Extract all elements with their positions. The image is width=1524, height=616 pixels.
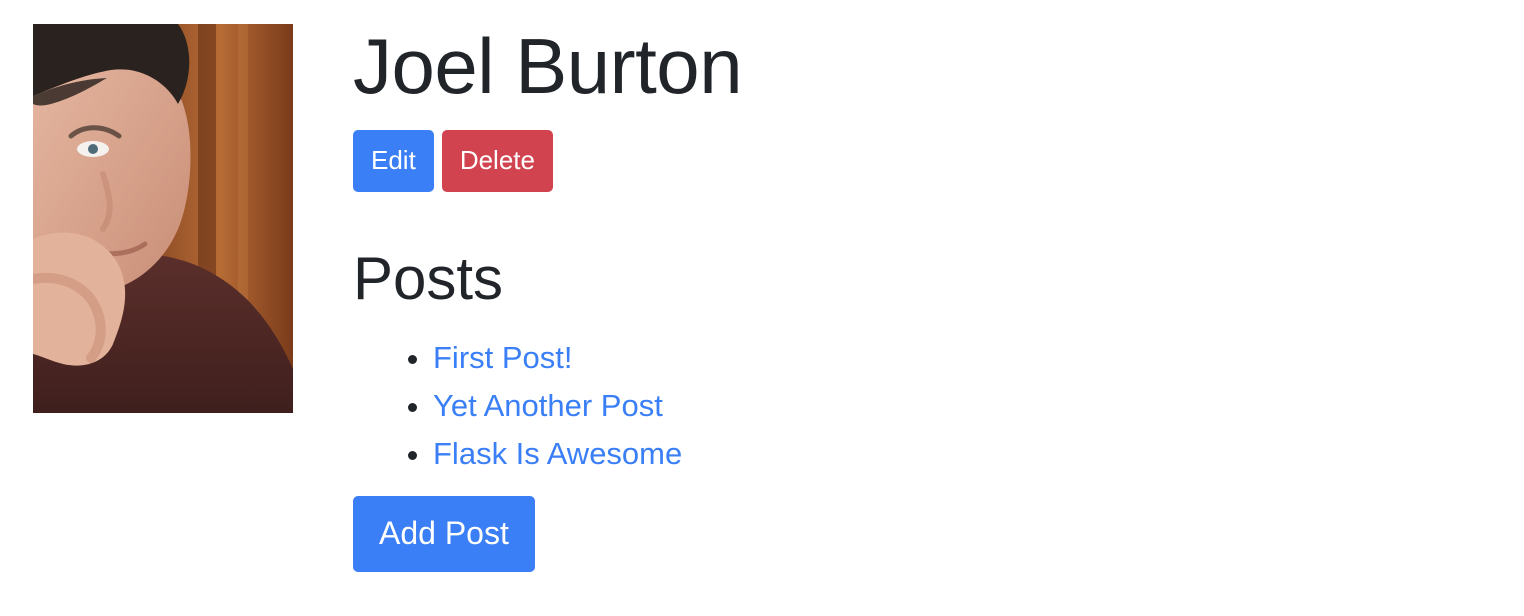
post-list-item: First Post! — [433, 334, 1493, 382]
post-list-item: Flask Is Awesome — [433, 430, 1493, 478]
post-link[interactable]: Yet Another Post — [433, 388, 663, 423]
user-actions: Edit Delete — [353, 129, 1493, 192]
posts-list: First Post! Yet Another Post Flask Is Aw… — [353, 334, 1493, 478]
post-link[interactable]: First Post! — [433, 340, 573, 375]
post-list-item: Yet Another Post — [433, 382, 1493, 430]
posts-heading: Posts — [353, 244, 504, 312]
add-post-button[interactable]: Add Post — [353, 495, 535, 572]
user-name-heading: Joel Burton — [353, 22, 743, 110]
post-link[interactable]: Flask Is Awesome — [433, 436, 682, 471]
user-photo — [33, 24, 293, 413]
edit-button[interactable]: Edit — [353, 129, 434, 192]
user-photo-image — [33, 24, 293, 413]
main-content: Joel Burton Edit Delete Posts First Post… — [353, 22, 1493, 572]
delete-button[interactable]: Delete — [441, 129, 553, 192]
